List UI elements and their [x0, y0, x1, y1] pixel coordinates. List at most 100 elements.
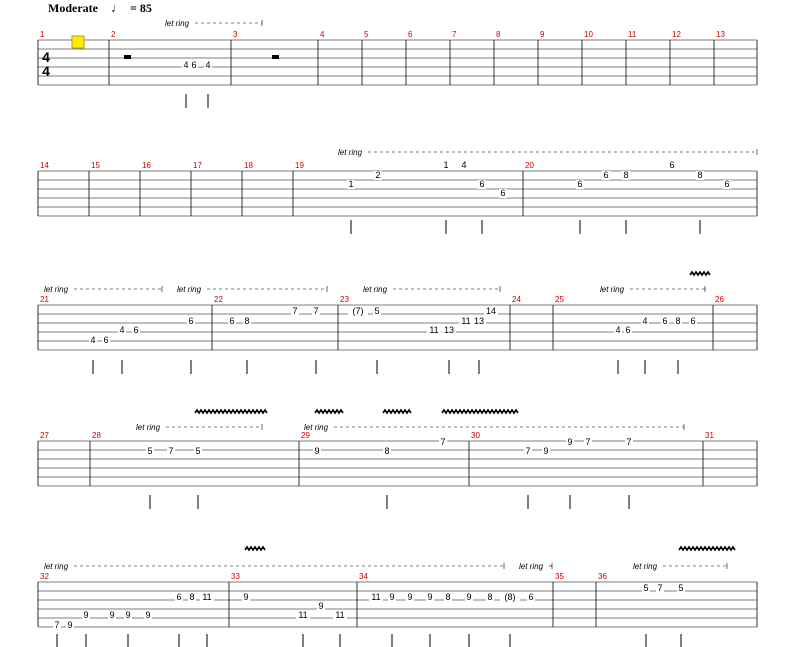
fret-number: 6 — [690, 316, 695, 326]
fret-number: 6 — [188, 316, 193, 326]
fret-number: 9 — [67, 620, 72, 630]
measure-number: 30 — [471, 431, 480, 440]
fret-number: 11 — [335, 610, 344, 620]
fret-number: 8 — [697, 170, 702, 180]
measure-number: 22 — [214, 295, 223, 304]
let-ring-label: let ring — [304, 423, 329, 432]
fret-number: 7 — [168, 446, 173, 456]
fret-number: 11 — [461, 316, 470, 326]
fret-number: 4 — [615, 325, 620, 335]
fret-number: 5 — [678, 583, 683, 593]
fret-number: 6 — [603, 170, 608, 180]
let-ring-label: let ring — [363, 285, 388, 294]
measure-number: 35 — [555, 572, 564, 581]
fret-number: 7 — [626, 437, 631, 447]
fret-number: 9 — [314, 446, 319, 456]
measure-number: 1 — [40, 30, 45, 39]
fret-number: 5 — [195, 446, 200, 456]
vibrato-icon — [314, 408, 344, 415]
fret-number: 6 — [528, 592, 533, 602]
fret-number: 4 — [461, 160, 466, 170]
fret-number: 6 — [191, 60, 196, 70]
fret-number: 9 — [243, 592, 248, 602]
fret-number: 9 — [318, 601, 323, 611]
fret-number: 11 — [298, 610, 307, 620]
measure-number: 6 — [408, 30, 413, 39]
fret-number: 13 — [474, 316, 484, 326]
measure-number: 8 — [496, 30, 501, 39]
vibrato-icon — [689, 270, 711, 277]
fret-number: 1 — [443, 160, 448, 170]
fret-number: 6 — [229, 316, 234, 326]
measure-number: 2 — [111, 30, 116, 39]
half-rest-icon — [272, 55, 279, 59]
measure-number: 32 — [40, 572, 49, 581]
measure-number: 11 — [628, 30, 637, 39]
fret-number: 5 — [147, 446, 152, 456]
fret-number: 14 — [486, 306, 496, 316]
fret-number: 6 — [133, 325, 138, 335]
fret-number: 2 — [375, 170, 380, 180]
measure-number: 16 — [142, 161, 151, 170]
fret-number: 9 — [466, 592, 471, 602]
fret-number: 6 — [625, 325, 630, 335]
tab-system: 21 22 23 24 25 26 let ring let ring let ring let … — [37, 285, 758, 374]
fret-number: 4 — [119, 325, 124, 335]
fret-number: 7 — [525, 446, 530, 456]
measure-number: 7 — [452, 30, 457, 39]
fret-number: 8 — [445, 592, 450, 602]
measure-number: 25 — [555, 295, 564, 304]
measure-number: 28 — [92, 431, 101, 440]
fret-number: 9 — [427, 592, 432, 602]
fret-number: 5 — [643, 583, 648, 593]
vibrato-icon — [244, 545, 266, 552]
measure-number: 13 — [716, 30, 725, 39]
measure-number: 21 — [40, 295, 49, 304]
let-ring-label: let ring — [165, 19, 190, 28]
let-ring-label: let ring — [136, 423, 161, 432]
let-ring-label: let ring — [519, 562, 544, 571]
fret-number: 4 — [90, 335, 95, 345]
fret-number: (8) — [505, 592, 516, 602]
vibrato-icon — [194, 408, 268, 415]
fret-number: 5 — [374, 306, 379, 316]
fret-number: 7 — [292, 306, 297, 316]
fret-number: 6 — [724, 179, 729, 189]
fret-number: 6 — [669, 160, 674, 170]
measure-number: 20 — [525, 161, 534, 170]
fret-number: 6 — [577, 179, 582, 189]
fret-number: 7 — [657, 583, 662, 593]
fret-number: 6 — [662, 316, 667, 326]
measure-number: 10 — [584, 30, 593, 39]
fret-number: 8 — [244, 316, 249, 326]
fret-number: 13 — [444, 325, 454, 335]
measure-number: 33 — [231, 572, 240, 581]
fret-number: 11 — [429, 325, 438, 335]
playback-cursor[interactable] — [71, 35, 85, 49]
fret-number: 11 — [371, 592, 380, 602]
tab-system: 27 28 29 30 31 let ring let ring 5 7 5 9 8 7 7 9 9 7 7 — [37, 423, 758, 509]
measure-number: 31 — [705, 431, 714, 440]
fret-number: 9 — [543, 446, 548, 456]
fret-number: 8 — [675, 316, 680, 326]
measure-number: 15 — [91, 161, 100, 170]
vibrato-icon — [382, 408, 412, 415]
fret-number: 8 — [189, 592, 194, 602]
measure-number: 12 — [672, 30, 681, 39]
vibrato-icon — [441, 408, 519, 415]
measure-number: 18 — [244, 161, 253, 170]
fret-number: 9 — [145, 610, 150, 620]
fret-number: 8 — [623, 170, 628, 180]
time-signature-bottom: 4 — [42, 63, 50, 79]
let-ring-label: let ring — [177, 285, 202, 294]
measure-number: 5 — [364, 30, 369, 39]
vibrato-icon — [678, 545, 736, 552]
fret-number: 6 — [103, 335, 108, 345]
let-ring-label: let ring — [600, 285, 625, 294]
measure-number: 24 — [512, 295, 521, 304]
let-ring-label: let ring — [633, 562, 658, 571]
measure-number: 3 — [233, 30, 238, 39]
let-ring-label: let ring — [44, 285, 69, 294]
tab-system: 1 2 3 4 5 6 7 8 9 10 11 12 13let ring4 6 4 — [37, 19, 758, 108]
measure-number: 19 — [295, 161, 304, 170]
